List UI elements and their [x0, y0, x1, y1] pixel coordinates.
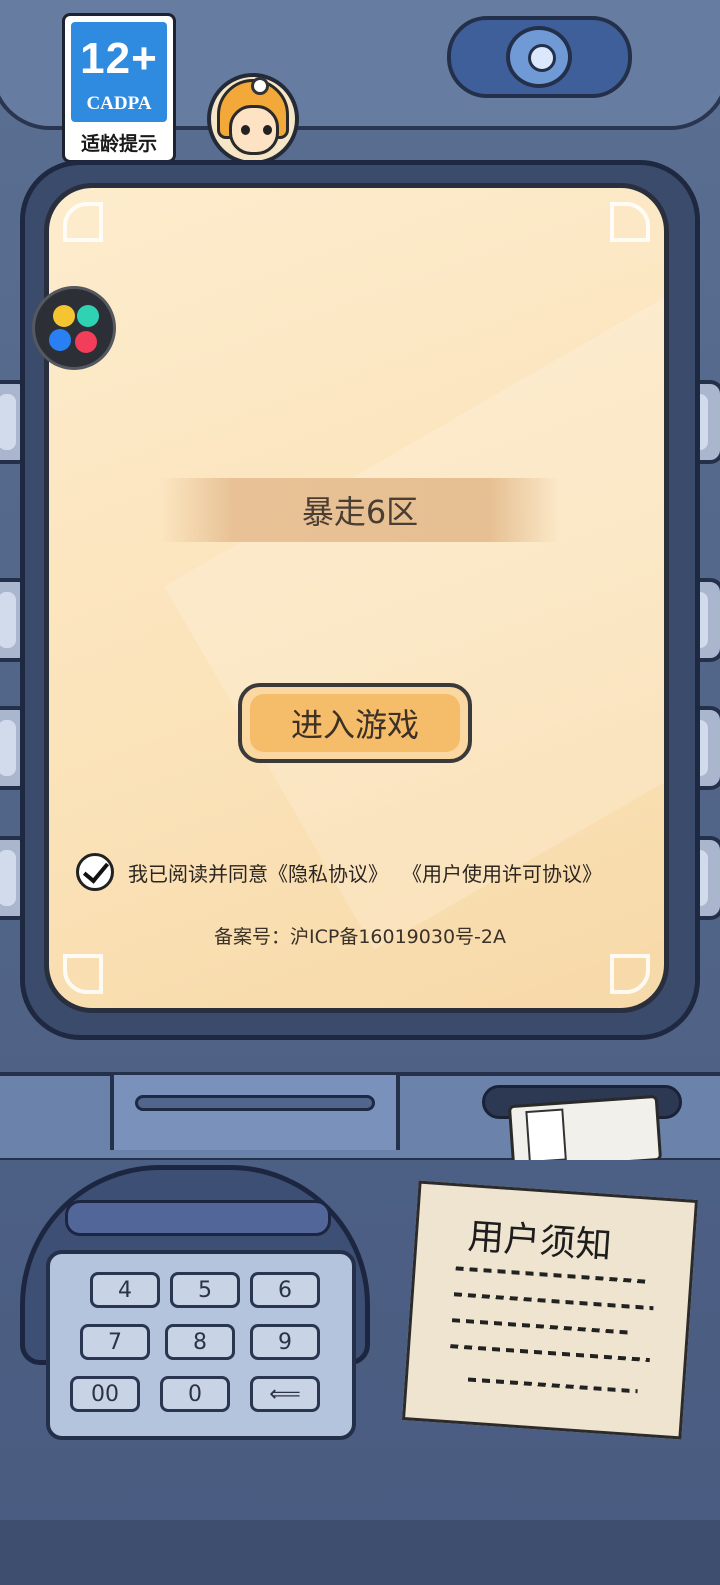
- keypad-key: 4: [90, 1272, 160, 1308]
- atm-scene: 12+ CADPA 适龄提示 暴走6区 进入游戏 我已阅读并同意 《隐私协议》 …: [0, 0, 720, 1585]
- age-rating-number: 12+: [80, 34, 158, 83]
- agreement-prefix: 我已阅读并同意: [128, 861, 268, 886]
- keypad-key: 6: [250, 1272, 320, 1308]
- agreement-row: 我已阅读并同意 《隐私协议》 《用户使用许可协议》: [76, 852, 602, 892]
- age-rating-tip: 适龄提示: [80, 133, 157, 155]
- enter-game-label: 进入游戏: [290, 706, 419, 744]
- keypad: 4 5 6 7 8 9 00 0 ⟸: [46, 1250, 356, 1440]
- keypad-key: 7: [80, 1324, 150, 1360]
- enter-game-button[interactable]: 进入游戏: [238, 683, 472, 763]
- keypad-key: 5: [170, 1272, 240, 1308]
- icp-filing-text: 备案号：沪ICP备16019030号-2A: [214, 926, 506, 948]
- bottom-bar: [0, 1520, 720, 1585]
- cash-slot-box: [110, 1075, 400, 1150]
- age-rating-badge: 12+ CADPA 适龄提示: [62, 13, 176, 163]
- mascot-avatar[interactable]: [207, 73, 299, 165]
- server-name: 暴走6区: [301, 493, 419, 531]
- keypad-key: ⟸: [250, 1376, 320, 1412]
- user-license-link[interactable]: 《用户使用许可协议》: [402, 858, 602, 887]
- keypad-key: 8: [165, 1324, 235, 1360]
- privacy-policy-link[interactable]: 《隐私协议》: [268, 858, 388, 887]
- keypad-key: 0: [160, 1376, 230, 1412]
- camera-icon: [447, 16, 632, 98]
- server-select-banner[interactable]: 暴走6区: [160, 478, 560, 542]
- app-float-icon[interactable]: [32, 286, 116, 370]
- keypad-key: 00: [70, 1376, 140, 1412]
- keypad-key: 9: [250, 1324, 320, 1360]
- cash-slot: [135, 1095, 375, 1111]
- agreement-checkbox[interactable]: [76, 853, 114, 891]
- user-notice-paper: 用户须知: [401, 1180, 699, 1440]
- notice-title: 用户须知: [466, 1216, 614, 1268]
- age-rating-org: CADPA: [86, 93, 152, 114]
